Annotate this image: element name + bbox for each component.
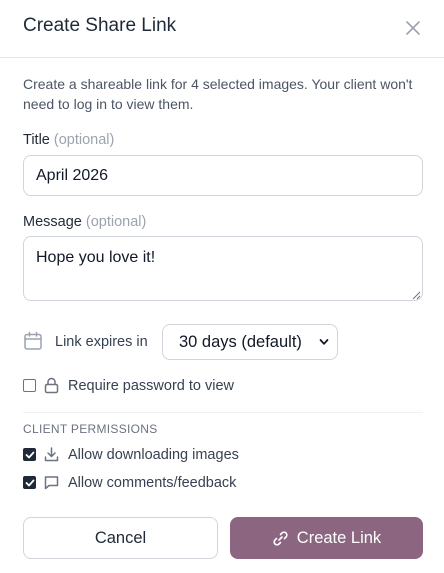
expiry-selected-value: 30 days (default) [179, 332, 302, 351]
create-link-button[interactable]: Create Link [230, 517, 423, 559]
calendar-icon [23, 331, 43, 356]
share-link-dialog: Create Share Link Create a shareable lin… [0, 0, 444, 573]
expiry-label: Link expires in [55, 334, 148, 350]
create-link-button-label: Create Link [296, 528, 382, 547]
download-icon [43, 446, 60, 468]
message-label: Message (optional) [23, 214, 146, 230]
comment-icon [43, 474, 60, 496]
expiry-select[interactable]: 30 days (default) [162, 324, 338, 360]
title-label-text: Title [23, 132, 50, 148]
close-icon[interactable] [403, 18, 423, 38]
download-permission-label: Allow downloading images [68, 447, 239, 463]
title-label: Title (optional) [23, 132, 114, 148]
cancel-button[interactable]: Cancel [23, 517, 218, 559]
chevron-down-icon [319, 339, 329, 345]
divider [23, 412, 423, 413]
dialog-description: Create a shareable link for 4 selected i… [23, 76, 413, 112]
permissions-heading: CLIENT PERMISSIONS [23, 422, 158, 436]
link-icon [273, 530, 288, 546]
cancel-button-label: Cancel [94, 528, 147, 547]
message-textarea[interactable]: Hope you love it! [23, 236, 423, 301]
resize-grip-icon[interactable] [412, 291, 421, 300]
lock-icon [43, 377, 60, 399]
title-input[interactable] [23, 155, 423, 196]
message-label-text: Message [23, 214, 82, 230]
message-optional-hint: (optional) [85, 214, 147, 230]
title-optional-hint: (optional) [53, 132, 115, 148]
comments-permission-label: Allow comments/feedback [68, 475, 237, 491]
download-permission-checkbox[interactable] [23, 448, 36, 461]
password-label: Require password to view [68, 378, 235, 394]
password-checkbox[interactable] [23, 379, 36, 392]
comments-permission-checkbox[interactable] [23, 476, 36, 489]
dialog-title: Create Share Link [23, 15, 177, 36]
dialog-header: Create Share Link [0, 0, 444, 58]
